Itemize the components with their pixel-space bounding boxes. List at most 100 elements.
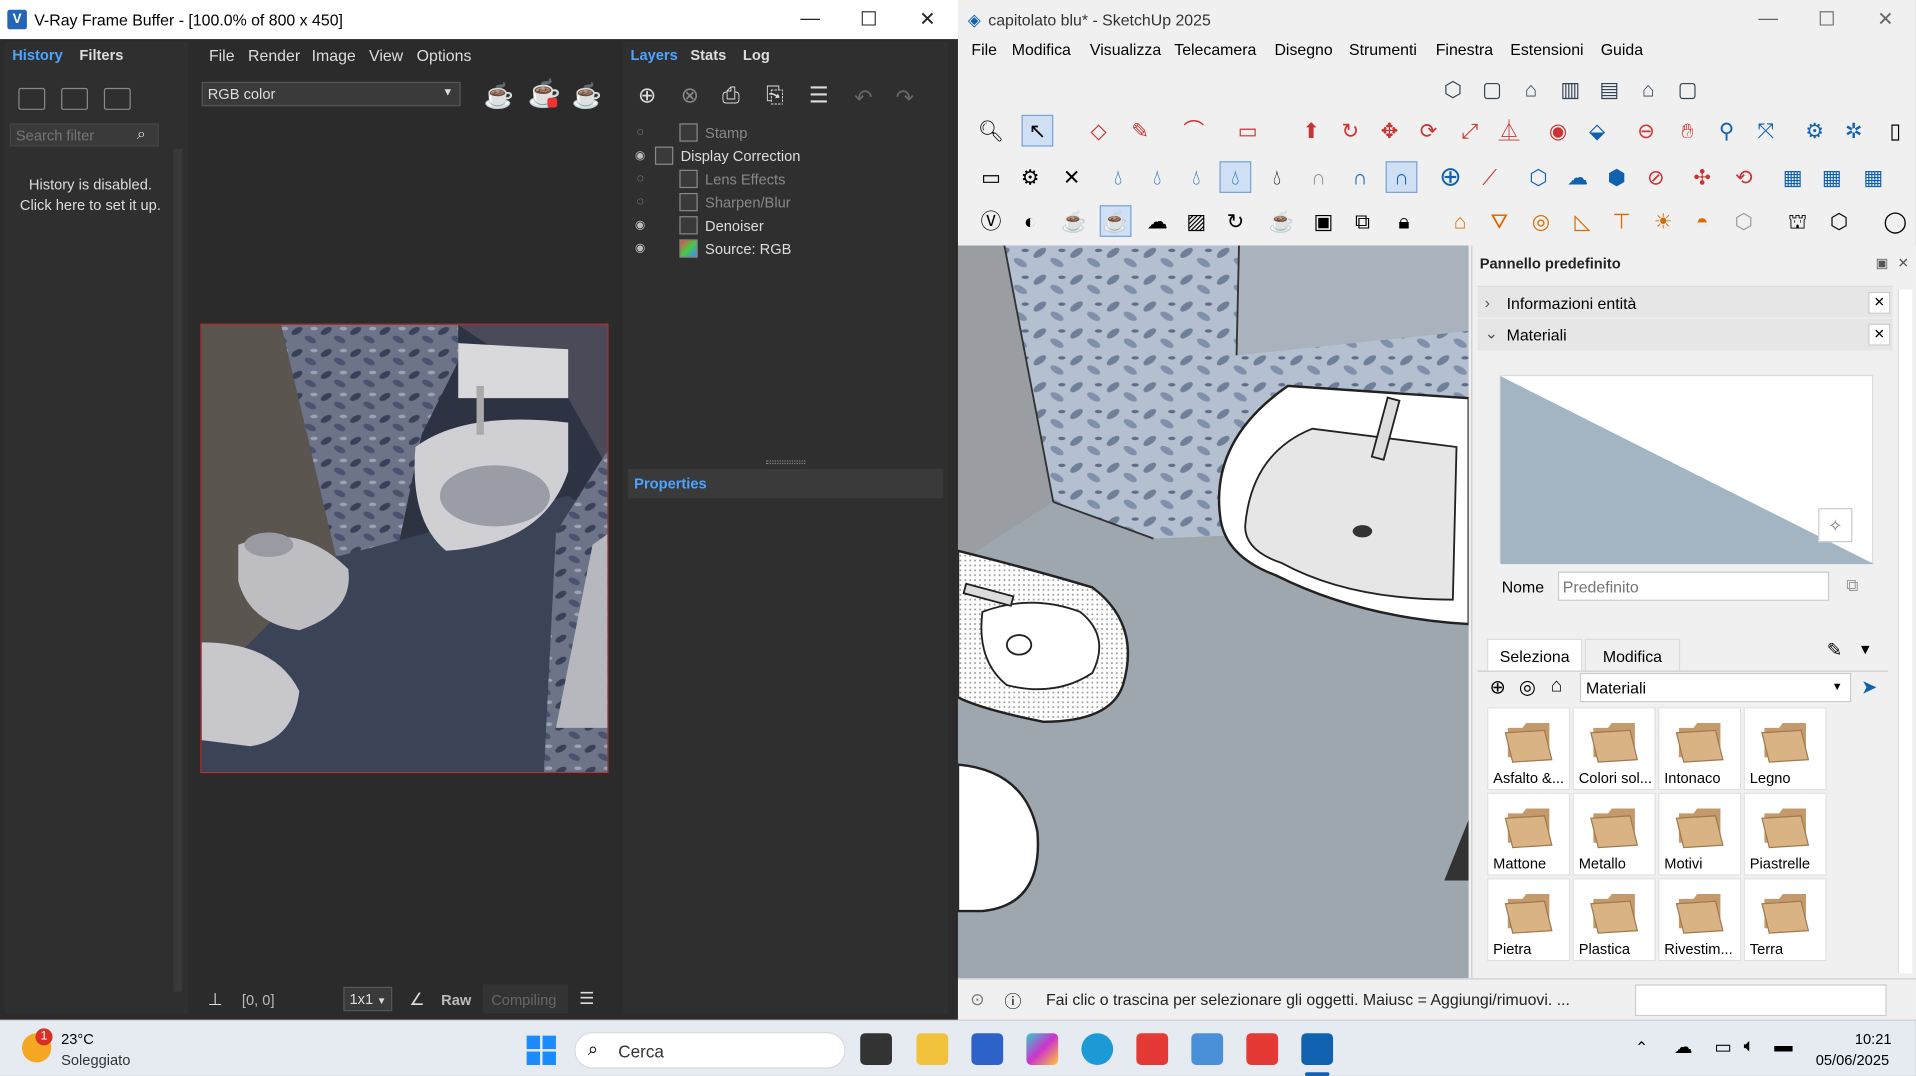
volume-icon[interactable]: 🔈︎	[1744, 1036, 1755, 1057]
vray-omni-light-icon[interactable]: ⊤	[1606, 205, 1638, 237]
layout-icon[interactable]: ▯	[1879, 115, 1911, 147]
menu-image[interactable]: Image	[312, 46, 356, 64]
top-view-icon[interactable]: ▢	[1476, 73, 1508, 105]
network-icon[interactable]: ☁	[1674, 1036, 1692, 1058]
info-icon[interactable]: ⓘ	[1004, 989, 1021, 1013]
layer-lens-effects[interactable]: ◌ Lens Effects	[628, 167, 785, 190]
layer-denoiser[interactable]: ◉ Denoiser	[628, 214, 764, 237]
close-icon[interactable]: ✕	[1868, 323, 1891, 346]
outliner-icon[interactable]: ▭	[975, 161, 1007, 193]
eye-icon[interactable]: ◉	[628, 219, 652, 232]
material-folder[interactable]: Pietra	[1487, 878, 1571, 962]
vray-vfb-app-icon[interactable]	[1246, 1033, 1279, 1065]
add-circle-icon[interactable]: ⊕	[1435, 161, 1467, 193]
magnet-active-icon[interactable]: ∩	[1385, 161, 1418, 193]
weather-text[interactable]: Soleggiato	[61, 1052, 130, 1069]
ab-compare-icon[interactable]	[61, 87, 88, 110]
save-history-icon[interactable]	[18, 87, 46, 110]
sketchup-app-icon[interactable]	[1301, 1033, 1334, 1065]
scale-icon[interactable]: ⤢	[1454, 115, 1486, 147]
material-folder[interactable]: Piastrelle	[1743, 792, 1827, 876]
forward-icon[interactable]: ➤	[1861, 675, 1877, 699]
solid-hex-icon[interactable]: ⬡	[1522, 161, 1554, 193]
close-tool-icon[interactable]: ✕	[1056, 161, 1088, 193]
rectangle-icon[interactable]: ▭	[1232, 115, 1264, 147]
drop-outline-icon[interactable]: 💧︎	[1102, 161, 1134, 193]
vray-interactive-icon[interactable]: ☕	[1099, 205, 1132, 237]
tab-history[interactable]: History	[12, 46, 63, 63]
vray-palette-icon[interactable]: ◐	[1014, 205, 1046, 237]
maximize-icon[interactable]: ☐	[1799, 0, 1855, 39]
menu-modifica[interactable]: Modifica	[1012, 40, 1071, 58]
close-icon[interactable]: ✕	[899, 0, 955, 39]
stop-render-icon[interactable]	[547, 97, 558, 108]
menu-guida[interactable]: Guida	[1601, 40, 1643, 58]
rendered-image[interactable]	[200, 323, 609, 774]
magnet-disabled-icon[interactable]: ∩	[1303, 161, 1335, 193]
eye-hidden-icon[interactable]: ◌	[628, 126, 652, 139]
vray-lock-icon[interactable]: 🔒︎	[1388, 205, 1420, 237]
material-folder[interactable]: Mattone	[1487, 792, 1571, 876]
drop-fill-icon[interactable]: 💧︎	[1180, 161, 1212, 193]
layer-presets-icon[interactable]: ☰	[809, 83, 829, 109]
redo-icon[interactable]: ↷	[896, 85, 914, 111]
tape-measure-icon[interactable]: ◉	[1542, 115, 1574, 147]
menu-visualizza[interactable]: Visualizza	[1090, 40, 1161, 58]
details-menu-icon[interactable]: ▾	[1861, 639, 1870, 660]
task-view-icon[interactable]	[860, 1033, 892, 1065]
material-name-input[interactable]	[1557, 571, 1830, 601]
zoom-window-icon[interactable]: ⚲	[1711, 115, 1743, 147]
material-folder[interactable]: Terra	[1743, 878, 1827, 962]
material-folder[interactable]: Colori sol...	[1572, 707, 1656, 791]
store-icon[interactable]	[971, 1033, 1004, 1065]
vray-render-icon[interactable]: ☕	[1058, 205, 1090, 237]
settings-gear-icon[interactable]: ⚙	[1014, 161, 1046, 193]
tab-stats[interactable]: Stats	[690, 46, 726, 63]
channel-select[interactable]: RGB color ▼	[201, 81, 461, 107]
vray-sync-icon[interactable]: ↻	[1219, 205, 1251, 237]
ratio-select[interactable]: 1x1 ▼	[343, 986, 393, 1012]
pan-icon[interactable]: ✋︎	[1672, 115, 1704, 147]
vray-dome-light-icon[interactable]: ◓	[1686, 205, 1718, 237]
menu-file[interactable]: File	[209, 46, 235, 64]
push-pull-icon[interactable]: ⬆	[1295, 115, 1327, 147]
select-tool-icon[interactable]: ↖	[1021, 114, 1054, 147]
eye-icon[interactable]: ◉	[628, 149, 652, 162]
minimize-icon[interactable]: —	[782, 0, 838, 39]
tab-log[interactable]: Log	[743, 46, 770, 63]
curve-icon[interactable]: ∠	[409, 989, 424, 1010]
material-folder[interactable]: Plastica	[1572, 878, 1656, 962]
layer-display-correction[interactable]: ◉ Display Correction	[628, 144, 800, 167]
3d-warehouse-icon[interactable]: ⚙	[1799, 115, 1831, 147]
windows-start-icon[interactable]	[526, 1035, 556, 1065]
rotate-icon[interactable]: ⟳	[1413, 115, 1445, 147]
vray-frame-icon[interactable]: ▨	[1180, 205, 1212, 237]
menu-finestra[interactable]: Finestra	[1436, 40, 1493, 58]
entity-info-header[interactable]: › Informazioni entità ✕	[1477, 285, 1893, 318]
flip-icon[interactable]: ⏅	[1493, 115, 1525, 147]
eraser-icon[interactable]: ◇	[1083, 115, 1115, 147]
create-material-icon[interactable]: ⧉	[1846, 575, 1858, 596]
details-icon[interactable]: ☰	[579, 988, 594, 1009]
zoom-extents-icon[interactable]: ⤧	[1750, 115, 1782, 147]
magnet-icon[interactable]: ∩	[1344, 161, 1376, 193]
right-view-icon[interactable]: ▥	[1554, 73, 1586, 105]
home-icon[interactable]: ⌂	[1551, 675, 1563, 697]
undo-icon[interactable]: ↶	[854, 85, 872, 111]
lock-icon[interactable]: ⊥	[208, 989, 223, 1010]
vray-proxy-icon[interactable]: ⬡	[1823, 205, 1855, 237]
reload-icon[interactable]: ⟲	[1728, 161, 1760, 193]
eye-hidden-icon[interactable]: ◌	[628, 195, 652, 208]
back-view-icon[interactable]: ▤	[1593, 73, 1625, 105]
vray-mesh-light-icon[interactable]: ⬡	[1728, 205, 1760, 237]
front-view-icon[interactable]: ⌂	[1515, 73, 1547, 105]
vray-fur-icon[interactable]: ⛫	[1782, 205, 1814, 237]
back-icon[interactable]: ⊕	[1489, 675, 1505, 699]
maximize-icon[interactable]: ☐	[841, 0, 897, 39]
raw-toggle[interactable]: Raw	[441, 992, 471, 1009]
menu-disegno[interactable]: Disegno	[1274, 40, 1332, 58]
drop-hatch-icon[interactable]: 💧︎	[1261, 161, 1293, 193]
tab-layers[interactable]: Layers	[631, 46, 678, 63]
battery-icon[interactable]: ▬	[1774, 1036, 1792, 1057]
vray-asset-editor-icon[interactable]: Ⓥ	[975, 205, 1007, 237]
